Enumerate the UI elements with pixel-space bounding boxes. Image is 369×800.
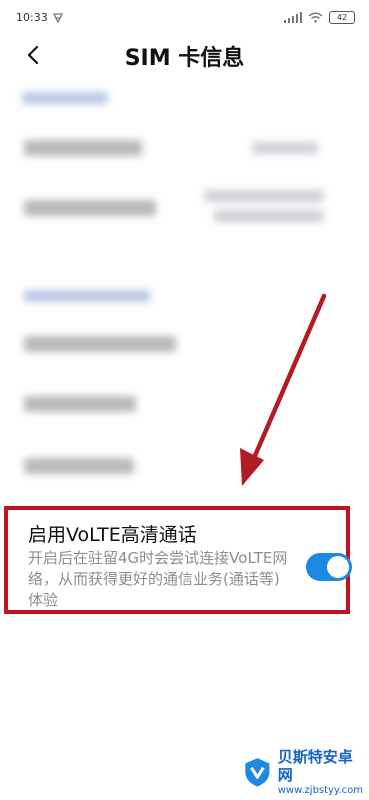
- volte-title: 启用VoLTE高清通话: [28, 524, 197, 546]
- blurred-settings-list: [0, 78, 369, 498]
- blurred-row-label: [24, 458, 134, 474]
- watermark-url: www.zjbstyy.com: [277, 784, 363, 796]
- wifi-icon: [308, 12, 323, 23]
- status-time: 10:33: [16, 10, 48, 24]
- blurred-row-label: [24, 200, 156, 216]
- battery-icon: 42: [329, 10, 355, 24]
- site-watermark: 贝斯特安卓网 www.zjbstyy.com: [241, 747, 363, 796]
- blurred-section-header: [22, 92, 108, 104]
- signal-icon: [283, 11, 302, 23]
- toggle-knob: [327, 556, 349, 578]
- blurred-row-value: [214, 210, 324, 222]
- status-bar: 10:33 42: [0, 0, 369, 34]
- watermark-logo-icon: [245, 758, 270, 787]
- blurred-row-label: [24, 336, 176, 352]
- app-header: SIM 卡信息: [0, 34, 369, 78]
- watermark-name: 贝斯特安卓网: [277, 747, 353, 784]
- blurred-section-header: [24, 290, 150, 302]
- blurred-row-value: [252, 142, 318, 154]
- volte-description: 开启后在驻留4G时会尝试连接VoLTE网络，从而获得更好的通信业务(通话等)体验: [28, 549, 288, 609]
- blurred-row-label: [24, 396, 136, 412]
- notification-icon: [52, 12, 63, 23]
- volte-toggle[interactable]: [306, 553, 352, 581]
- blurred-row-value: [204, 190, 324, 202]
- blurred-row-label: [24, 140, 142, 156]
- volte-setting-row[interactable]: 启用VoLTE高清通话 开启后在驻留4G时会尝试连接VoLTE网络，从而获得更好…: [4, 506, 352, 614]
- page-title: SIM 卡信息: [124, 46, 245, 71]
